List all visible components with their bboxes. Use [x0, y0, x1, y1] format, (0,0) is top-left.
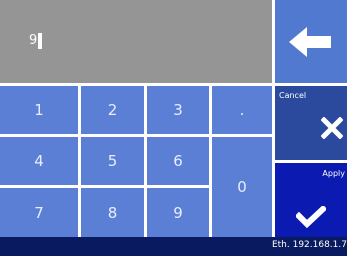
key-3[interactable]: 3	[147, 86, 209, 134]
key-5[interactable]: 5	[81, 137, 144, 185]
numeric-display: 9	[0, 0, 272, 83]
arrow-left-icon	[289, 26, 331, 57]
key-0[interactable]: 0	[212, 137, 272, 237]
display-value: 9	[29, 33, 38, 48]
key-8[interactable]: 8	[81, 188, 144, 237]
key-7[interactable]: 7	[0, 188, 78, 237]
status-bar: Eth. 192.168.1.7	[0, 237, 347, 256]
numeric-keypad-dialog: 9 1 2 3 . 4 5 6 0 7 8 9 Cancel Apply Eth…	[0, 0, 347, 256]
key-6[interactable]: 6	[147, 137, 209, 185]
key-1[interactable]: 1	[0, 86, 78, 134]
key-9[interactable]: 9	[147, 188, 209, 237]
key-decimal-point[interactable]: .	[212, 86, 272, 134]
apply-label: Apply	[322, 169, 345, 178]
apply-button[interactable]: Apply	[275, 163, 347, 237]
text-cursor	[38, 33, 42, 49]
backspace-button[interactable]	[275, 0, 347, 83]
close-icon	[321, 117, 343, 139]
key-2[interactable]: 2	[81, 86, 144, 134]
ip-address-label: Eth. 192.168.1.7	[271, 240, 347, 250]
cancel-button[interactable]: Cancel	[275, 86, 347, 160]
cancel-label: Cancel	[279, 91, 307, 100]
check-icon	[296, 206, 326, 228]
key-4[interactable]: 4	[0, 137, 78, 185]
